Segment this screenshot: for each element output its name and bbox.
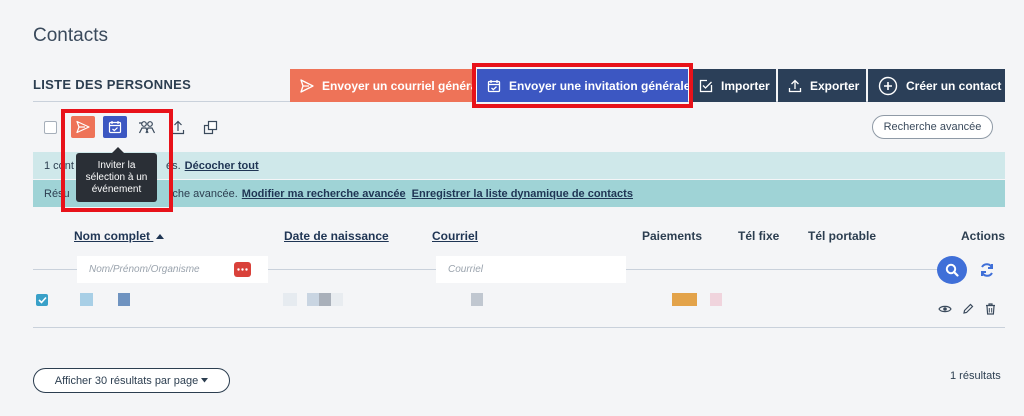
header-name[interactable]: Nom complet (74, 229, 165, 243)
create-contact-label: Créer un contact (906, 78, 1002, 93)
upload-icon (788, 79, 802, 92)
uncheck-all-link[interactable]: Décocher tout (185, 160, 259, 172)
row-checkbox[interactable] (36, 294, 48, 306)
send-icon (300, 78, 314, 93)
view-button[interactable] (938, 302, 952, 316)
redacted-email-block (471, 293, 483, 306)
selection-info-band: 1 cont és. Décocher tout (33, 152, 1005, 179)
search-info-suffix: rche avancée. (168, 187, 238, 200)
header-email[interactable]: Courriel (432, 229, 478, 243)
redacted-birth-block (331, 293, 343, 306)
modify-search-link[interactable]: Modifier ma recherche avancée (242, 188, 406, 200)
search-info-band: Résu rche avancée. Modifier ma recherche… (33, 180, 1005, 207)
import-label: Importer (721, 78, 770, 93)
header-name-label: Nom complet (74, 229, 151, 243)
send-mail-label: Envoyer un courriel général (322, 78, 481, 93)
invite-highlight-box (472, 63, 693, 108)
email-filter-input[interactable]: Courriel (436, 256, 626, 283)
caret-down-icon (201, 378, 209, 383)
redacted-birth-block (307, 293, 319, 306)
search-button[interactable] (937, 256, 967, 284)
redacted-name-block (80, 293, 93, 306)
redacted-payment-block (672, 293, 697, 306)
header-birth[interactable]: Date de naissance (284, 229, 389, 243)
tool-copy-button[interactable] (198, 116, 222, 138)
results-count: 1 résultats (950, 370, 1001, 382)
refresh-icon (981, 263, 993, 277)
advanced-search-button[interactable]: Recherche avancée (872, 115, 993, 139)
refresh-button[interactable] (978, 261, 996, 279)
trash-icon (985, 303, 995, 315)
sort-asc-icon (156, 234, 165, 239)
import-button[interactable]: Importer (689, 69, 776, 102)
header-mobile: Tél portable (808, 229, 877, 243)
row-divider (33, 327, 1005, 328)
upload-icon (171, 120, 185, 134)
copy-icon (203, 120, 217, 134)
save-dynamic-list-link[interactable]: Enregistrer la liste dynamique de contac… (412, 188, 633, 200)
filter-options-button[interactable] (234, 262, 251, 277)
create-contact-button[interactable]: Créer un contact (868, 69, 1005, 102)
header-phone: Tél fixe (738, 229, 780, 243)
per-page-label: Afficher 30 résultats par page (54, 374, 199, 387)
redacted-birth-block (283, 293, 297, 306)
eye-icon (938, 305, 952, 313)
redacted-birth-block (319, 293, 331, 306)
tooltip: Inviter la sélection à un événement (76, 147, 157, 202)
export-label: Exporter (810, 78, 860, 93)
check-icon (37, 296, 47, 304)
per-page-dropdown[interactable]: Afficher 30 résultats par page (33, 368, 230, 393)
header-payments: Paiements (642, 229, 703, 243)
send-mail-button[interactable]: Envoyer un courriel général (290, 69, 481, 102)
plus-circle-icon (878, 76, 898, 95)
header-actions: Actions (961, 229, 1006, 243)
delete-button[interactable] (983, 302, 997, 316)
import-icon (699, 79, 713, 92)
export-button[interactable]: Exporter (778, 69, 866, 102)
redacted-payment-block (710, 293, 722, 306)
page-title: Contacts (33, 25, 108, 46)
pencil-icon (963, 303, 974, 314)
select-all-checkbox[interactable] (44, 121, 57, 134)
search-icon (945, 263, 959, 277)
edit-button[interactable] (961, 302, 975, 316)
section-title: LISTE DES PERSONNES (33, 77, 192, 92)
redacted-name-block (118, 293, 130, 306)
more-dots-icon (237, 268, 248, 271)
